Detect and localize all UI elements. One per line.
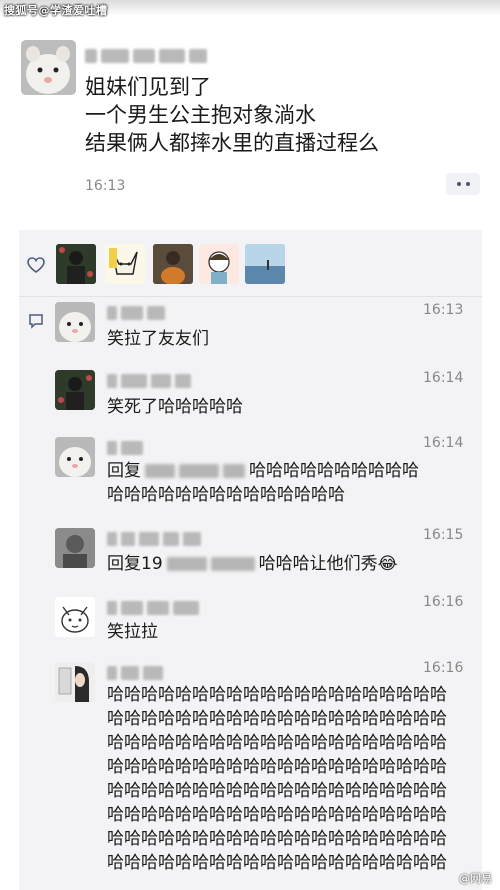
commenter-avatar[interactable] bbox=[55, 437, 95, 477]
watermark-bottom: @网易 bbox=[459, 872, 492, 885]
heart-outline-icon bbox=[27, 257, 45, 277]
commenter-avatar[interactable] bbox=[55, 662, 95, 702]
blurred-name bbox=[223, 464, 245, 478]
comment-time: 16:14 bbox=[423, 370, 464, 386]
comment-line: 哈哈哈让他们秀😂 bbox=[258, 554, 398, 574]
comment-time: 16:14 bbox=[423, 435, 464, 451]
comment-line: 哈哈哈哈哈哈哈哈哈哈哈哈哈哈哈哈哈哈哈哈 bbox=[107, 733, 447, 753]
comment-text: 笑死了哈哈哈哈哈 bbox=[107, 395, 467, 419]
comment-line: 哈哈哈哈哈哈哈哈哈哈哈哈哈哈哈哈哈哈哈哈 bbox=[107, 853, 447, 873]
commenter-name bbox=[107, 437, 147, 455]
liker-avatar[interactable] bbox=[153, 244, 193, 284]
commenter-name bbox=[107, 302, 169, 320]
comment-time: 16:15 bbox=[423, 527, 464, 543]
comment-line: 哈哈哈哈哈哈哈哈哈哈哈哈哈哈哈哈哈哈哈哈 bbox=[107, 709, 447, 729]
comment-line: 笑拉拉 bbox=[107, 622, 158, 642]
post-text: 姐妹们见到了 一个男生公主抱对象淌水 结果俩人都摔水里的直播过程么 bbox=[85, 73, 485, 157]
reply-prefix: 回复 bbox=[107, 461, 141, 481]
comment-text: 回复19 哈哈哈让他们秀😂 bbox=[107, 552, 467, 576]
watermark-top: 搜狐号@学渣爱吐槽 bbox=[4, 4, 108, 17]
commenter-name bbox=[107, 597, 203, 615]
commenter-name bbox=[107, 370, 195, 388]
comment-line: 笑拉了友友们 bbox=[107, 329, 209, 349]
poster-avatar[interactable] bbox=[21, 40, 76, 95]
commenter-avatar[interactable] bbox=[55, 302, 95, 342]
comment-time: 16:16 bbox=[423, 594, 464, 610]
liker-avatar[interactable] bbox=[245, 244, 285, 284]
post-time: 16:13 bbox=[85, 178, 126, 194]
blurred-name bbox=[179, 464, 219, 478]
liker-avatar[interactable] bbox=[105, 244, 145, 284]
blurred-name bbox=[210, 557, 255, 571]
comment-line: 哈哈哈哈哈哈哈哈哈哈哈哈哈哈哈哈哈哈哈哈 bbox=[107, 829, 447, 849]
comment-line: 哈哈哈哈哈哈哈哈哈哈哈哈哈哈 bbox=[107, 485, 345, 505]
comment-text: 笑拉拉 bbox=[107, 620, 467, 644]
liker-avatar[interactable] bbox=[56, 244, 96, 284]
commenter-name bbox=[107, 662, 167, 680]
comment-text: 回复 哈哈哈哈哈哈哈哈哈哈 哈哈哈哈哈哈哈哈哈哈哈哈哈哈 bbox=[107, 459, 467, 507]
comment-text: 哈哈哈哈哈哈哈哈哈哈哈哈哈哈哈哈哈哈哈哈 哈哈哈哈哈哈哈哈哈哈哈哈哈哈哈哈哈哈哈… bbox=[107, 683, 467, 875]
commenter-avatar[interactable] bbox=[55, 597, 95, 637]
comment-time: 16:16 bbox=[423, 660, 464, 676]
like-comment-divider bbox=[19, 296, 482, 297]
comment-time: 16:13 bbox=[423, 302, 464, 318]
post-line: 姐妹们见到了 bbox=[85, 75, 211, 99]
comment-line: 哈哈哈哈哈哈哈哈哈哈哈哈哈哈哈哈哈哈哈哈 bbox=[107, 685, 447, 705]
liker-avatar[interactable] bbox=[199, 244, 239, 284]
more-dots-icon[interactable] bbox=[446, 173, 480, 195]
poster-name bbox=[85, 45, 211, 63]
comment-text: 笑拉了友友们 bbox=[107, 327, 467, 351]
blurred-name bbox=[145, 464, 175, 478]
comment-line: 哈哈哈哈哈哈哈哈哈哈哈哈哈哈哈哈哈哈哈哈 bbox=[107, 781, 447, 801]
post-line: 结果俩人都摔水里的直播过程么 bbox=[85, 131, 379, 155]
blurred-name bbox=[166, 557, 207, 571]
comment-line: 笑死了哈哈哈哈哈 bbox=[107, 397, 243, 417]
commenter-avatar[interactable] bbox=[55, 370, 95, 410]
commenter-name bbox=[107, 528, 205, 546]
comment-icon bbox=[28, 313, 44, 333]
comment-line: 哈哈哈哈哈哈哈哈哈哈哈哈哈哈哈哈哈哈哈哈 bbox=[107, 757, 447, 777]
commenter-avatar[interactable] bbox=[55, 528, 95, 568]
comment-line: 哈哈哈哈哈哈哈哈哈哈哈哈哈哈哈哈哈哈哈哈 bbox=[107, 805, 447, 825]
post-line: 一个男生公主抱对象淌水 bbox=[85, 103, 316, 127]
comment-line: 哈哈哈哈哈哈哈哈哈哈 bbox=[249, 461, 419, 481]
reply-prefix: 回复19 bbox=[107, 554, 163, 574]
